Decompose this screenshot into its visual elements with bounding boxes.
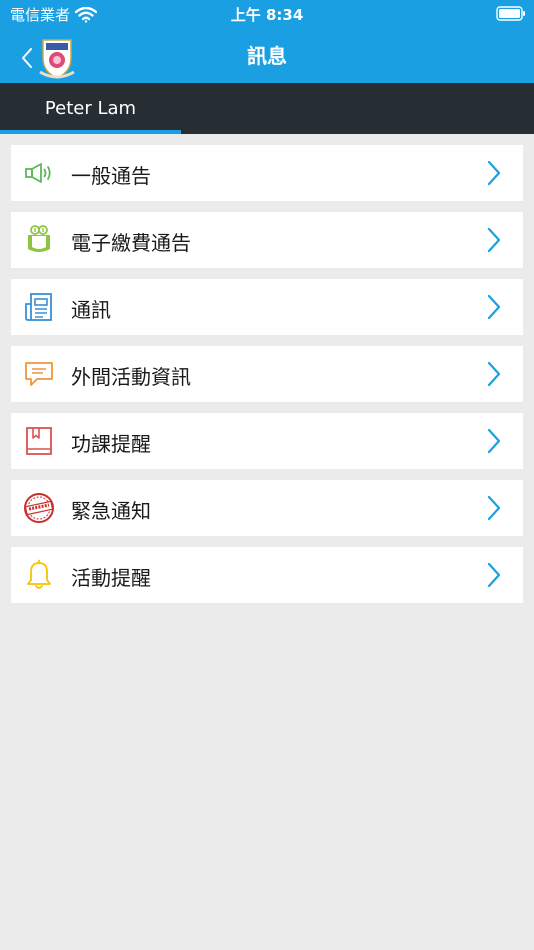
money-bag-icon <box>28 225 50 252</box>
list-item-activity-reminder[interactable]: 活動提醒 <box>11 547 523 603</box>
list-item-external-activities[interactable]: 外間活動資訊 <box>11 346 523 402</box>
list-item-urgent-notice[interactable]: 緊急通知 <box>11 480 523 536</box>
chevron-right-icon <box>487 562 501 588</box>
list-item-label: 活動提醒 <box>71 566 151 590</box>
chevron-right-icon <box>487 227 501 253</box>
chat-bubble-icon <box>25 362 53 386</box>
status-time: 上午 8:34 <box>230 6 304 24</box>
page-title: 訊息 <box>247 44 287 68</box>
message-category-list: 一般通告 電子繳費通告 通訊 外間活動資訊 功課提醒 緊急通知 活動提醒 <box>11 145 523 614</box>
chevron-right-icon <box>487 160 501 186</box>
list-item-label: 外間活動資訊 <box>71 365 191 389</box>
navigation-bar: 訊息 <box>0 28 534 83</box>
megaphone-icon <box>25 163 51 183</box>
list-item-label: 功課提醒 <box>71 432 151 456</box>
tab-active-indicator <box>0 130 181 134</box>
list-item-label: 電子繳費通告 <box>71 231 191 255</box>
newsletter-icon <box>25 293 52 321</box>
list-item-general-notice[interactable]: 一般通告 <box>11 145 523 201</box>
bell-icon <box>27 559 51 589</box>
chevron-right-icon <box>487 428 501 454</box>
chevron-right-icon <box>487 294 501 320</box>
list-item-label: 緊急通知 <box>71 499 151 523</box>
tab-label: Peter Lam <box>44 98 137 119</box>
battery-icon <box>496 6 525 21</box>
list-item-homework-reminder[interactable]: 功課提醒 <box>11 413 523 469</box>
list-item-newsletter[interactable]: 通訊 <box>11 279 523 335</box>
user-tab-bar: Peter Lam <box>0 83 534 134</box>
list-item-label: 通訊 <box>71 298 111 322</box>
list-item-epayment-notice[interactable]: 電子繳費通告 <box>11 212 523 268</box>
book-icon <box>26 427 52 455</box>
status-bar: 電信業者 上午 8:34 <box>0 0 534 28</box>
list-item-label: 一般通告 <box>71 164 151 188</box>
chevron-right-icon <box>487 361 501 387</box>
app-header: 電信業者 上午 8:34 訊息 <box>0 0 534 83</box>
chevron-right-icon <box>487 495 501 521</box>
urgent-stamp-icon <box>24 493 54 523</box>
tab-user[interactable]: Peter Lam <box>0 83 181 134</box>
